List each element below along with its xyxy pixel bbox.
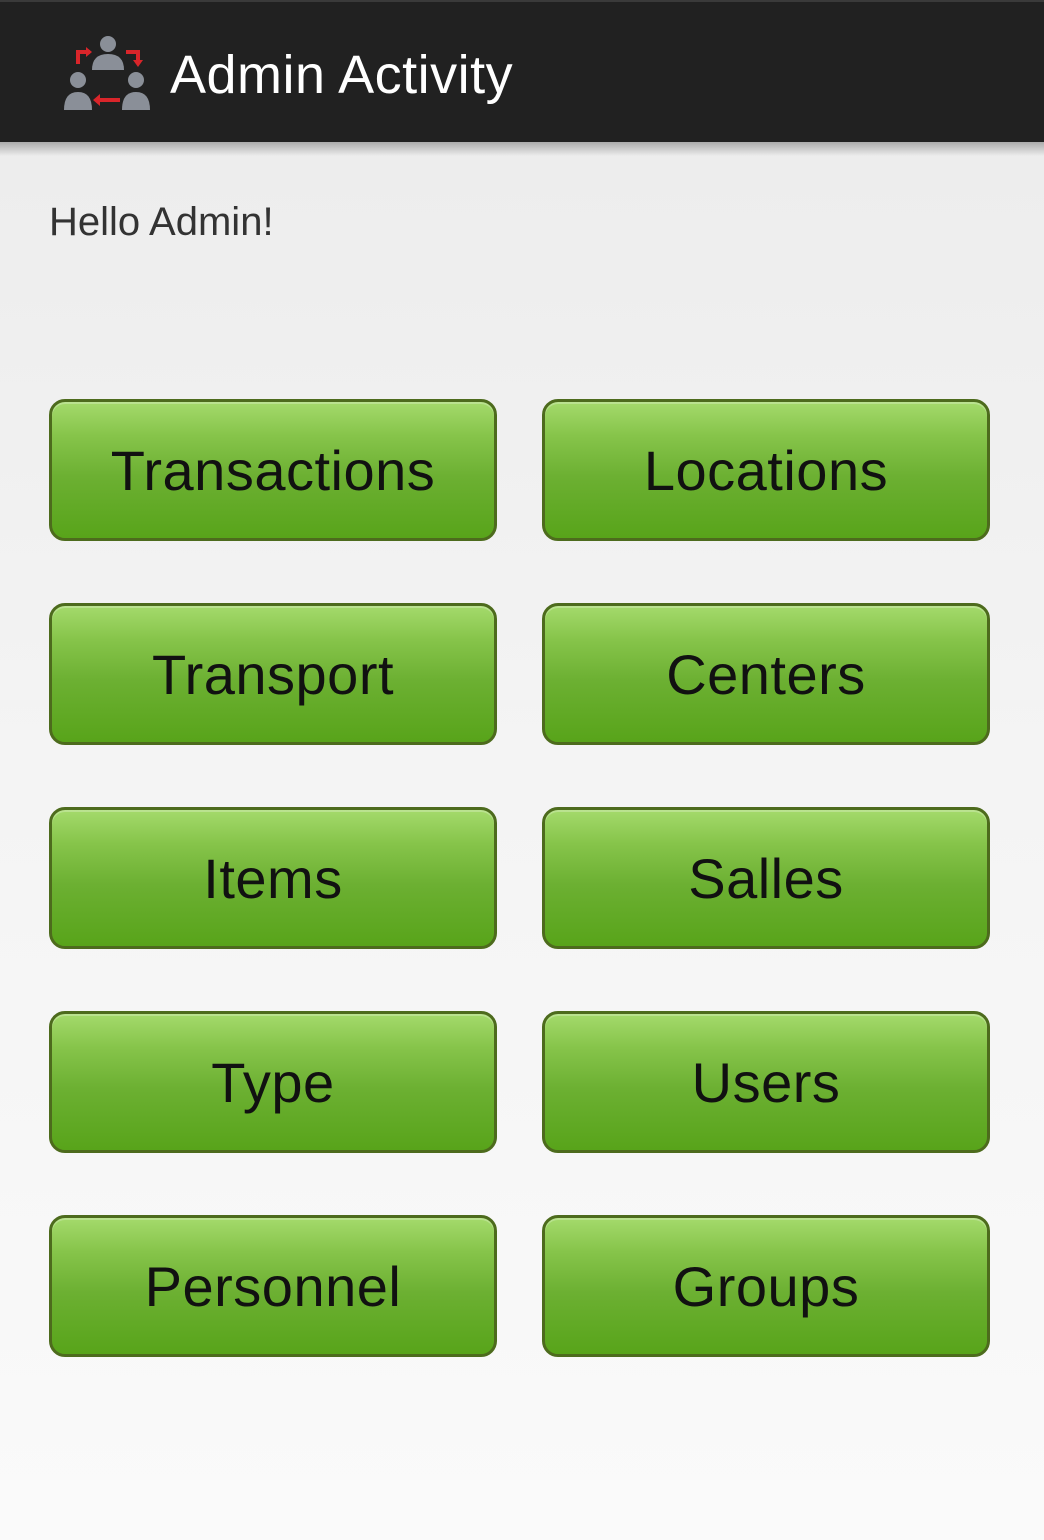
action-bar: Admin Activity bbox=[0, 0, 1044, 156]
groups-button[interactable]: Groups bbox=[542, 1215, 990, 1357]
greeting-text: Hello Admin! bbox=[49, 200, 274, 244]
items-button[interactable]: Items bbox=[49, 807, 497, 949]
transactions-button[interactable]: Transactions bbox=[49, 399, 497, 541]
personnel-button[interactable]: Personnel bbox=[49, 1215, 497, 1357]
admin-people-exchange-icon[interactable] bbox=[64, 34, 152, 112]
locations-button[interactable]: Locations bbox=[542, 399, 990, 541]
app-title: Admin Activity bbox=[170, 45, 514, 105]
type-button[interactable]: Type bbox=[49, 1011, 497, 1153]
centers-button[interactable]: Centers bbox=[542, 603, 990, 745]
users-button[interactable]: Users bbox=[542, 1011, 990, 1153]
salles-button[interactable]: Salles bbox=[542, 807, 990, 949]
transport-button[interactable]: Transport bbox=[49, 603, 497, 745]
admin-menu-grid: Transactions Locations Transport Centers… bbox=[49, 399, 990, 1357]
